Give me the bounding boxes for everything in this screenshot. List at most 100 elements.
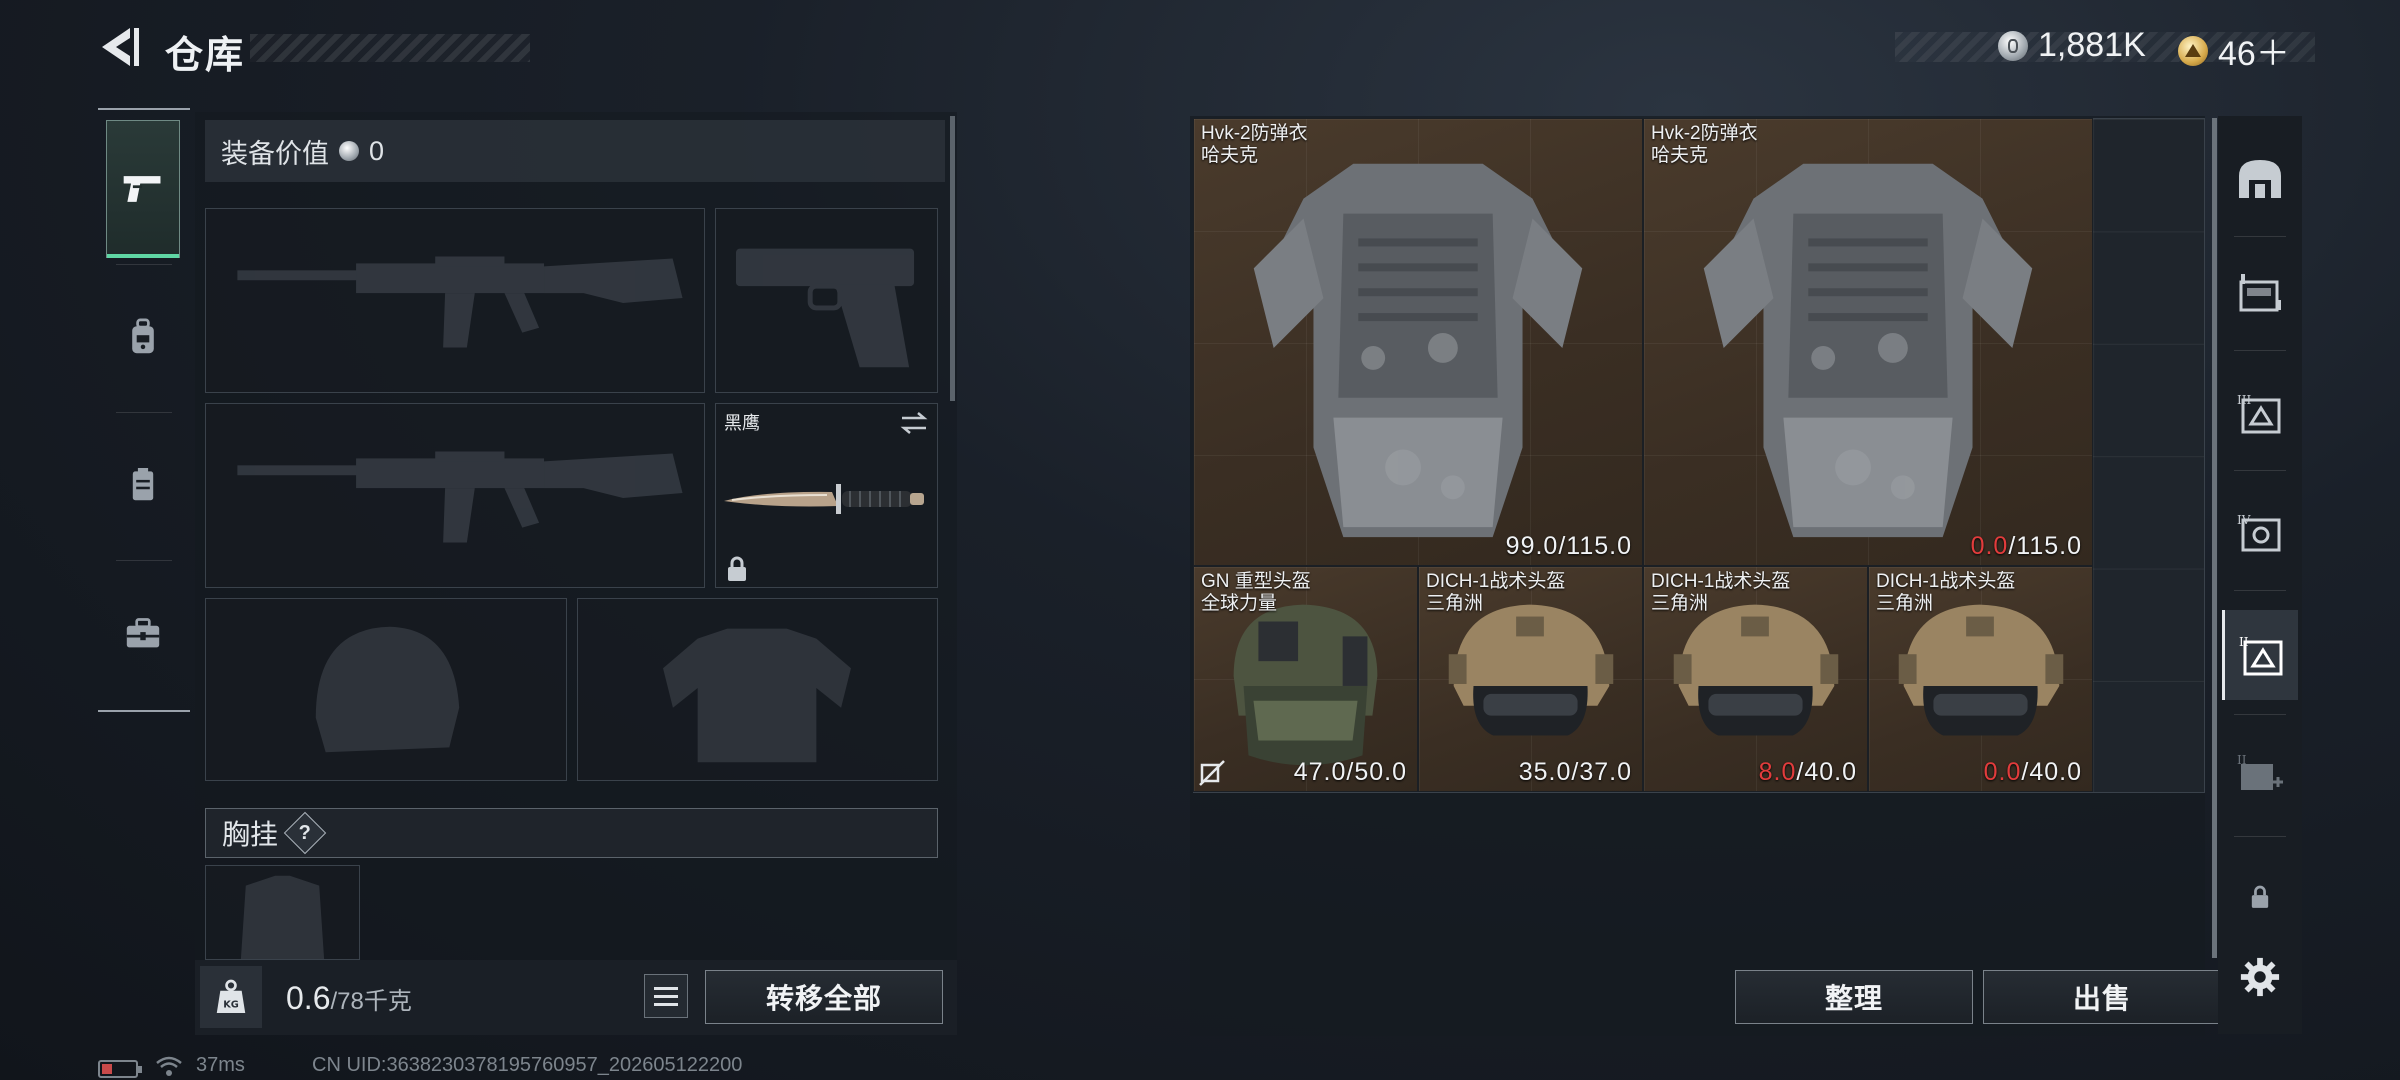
chest-rig-label: 胸挂 (222, 819, 279, 850)
rail-tab-chest-rig[interactable] (106, 416, 180, 554)
durability-current: 0.0 (1970, 532, 2009, 560)
title-decoration (250, 34, 530, 62)
side-separator (2234, 590, 2286, 591)
primary-weapon-slot[interactable] (205, 208, 705, 393)
item-name: Hvk-2防弹衣 (1651, 123, 1758, 144)
item-durability: 0.0/115.0 (1971, 532, 2082, 561)
swap-arrows-icon[interactable] (898, 410, 930, 436)
item-name: GN 重型头盔 (1201, 571, 1311, 592)
durability-current: 99.0 (1505, 532, 1559, 560)
weight-readout: 0.6/78千克 (286, 980, 412, 1017)
item-brand: 全球力量 (1201, 593, 1278, 614)
storage-3-icon: III (2237, 393, 2281, 434)
safe-box-icon (2239, 160, 2281, 198)
rail-tab-tools[interactable] (106, 564, 180, 702)
item-label: DICH-1战术头盔 三角洲 (1426, 571, 1565, 615)
back-button[interactable] (96, 24, 142, 70)
pistol-icon (123, 176, 161, 202)
toolbox-icon (126, 618, 160, 648)
tab-storage-1[interactable] (2222, 248, 2298, 338)
storage-item-helmet[interactable]: DICH-1战术头盔 三角洲 35.0/37.0 (1418, 566, 1643, 792)
sidearm-slot[interactable] (715, 208, 938, 393)
help-symbol: ? (298, 821, 312, 844)
tab-storage-add[interactable]: II (2222, 730, 2298, 820)
body-armor-icon (1703, 163, 2033, 538)
help-button[interactable]: ? (283, 811, 327, 855)
tab-storage-2[interactable]: II (2222, 610, 2298, 700)
durability-current: 0.0 (1983, 758, 2022, 786)
storage-1-icon (2239, 274, 2281, 312)
helmet-slot[interactable] (205, 598, 567, 781)
durability-max: /40.0 (1796, 758, 1857, 786)
silver-currency: 1,881K (1998, 26, 2146, 65)
chest-rig-section: 胸挂 ? (205, 808, 938, 858)
gold-currency[interactable]: 46＋ (2178, 26, 2290, 75)
durability-max: /37.0 (1571, 758, 1632, 786)
item-durability: 0.0/40.0 (1984, 758, 2082, 787)
body-armor-slot[interactable] (577, 598, 938, 781)
storage-item-helmet[interactable]: DICH-1战术头盔 三角洲 0.0/40.0 (1868, 566, 2093, 792)
helmet-silhouette-icon (315, 626, 460, 753)
tab-storage-3[interactable]: III (2222, 368, 2298, 458)
durability-current: 35.0 (1518, 758, 1572, 786)
side-separator (2234, 836, 2286, 837)
side-separator (2234, 236, 2286, 237)
body-armor-icon (1253, 163, 1583, 538)
player-uid: CN UID:3638230378195760957_202605122200 (312, 1054, 743, 1076)
svg-text:II: II (2239, 635, 2249, 649)
transfer-all-button[interactable]: 转移全部 (705, 970, 943, 1024)
storage-item-helmet[interactable]: GN 重型头盔 全球力量 47.0/50.0 (1193, 566, 1418, 792)
silver-coin-icon (339, 141, 359, 161)
durability-max: /115.0 (2008, 532, 2082, 560)
equipment-value-label: 装备价值 (221, 138, 329, 169)
weight-indicator: KG (200, 966, 262, 1028)
rail-tab-armor[interactable] (106, 268, 180, 406)
storage-item-armor[interactable]: Hvk-2防弹衣 哈夫克 99.0/115.0 (1193, 118, 1643, 566)
item-durability: 47.0/50.0 (1294, 758, 1407, 787)
melee-name: 黑鹰 (724, 413, 760, 433)
storage-item-armor[interactable]: Hvk-2防弹衣 哈夫克 0.0/115.0 (1643, 118, 2093, 566)
tab-locked[interactable] (2222, 852, 2298, 942)
gold-coin-icon (2178, 35, 2208, 66)
item-label: GN 重型头盔 全球力量 (1201, 571, 1311, 615)
durability-max: /50.0 (1346, 758, 1407, 786)
backpack-icon (132, 318, 154, 354)
rifle-silhouette-icon (237, 256, 683, 348)
storage-item-helmet[interactable]: DICH-1战术头盔 三角洲 8.0/40.0 (1643, 566, 1868, 792)
svg-text:IV: IV (2237, 513, 2251, 527)
chest-rig-slot[interactable] (205, 865, 360, 960)
ping-readout: 37ms (196, 1054, 245, 1076)
storage-scrollbar[interactable] (2212, 118, 2217, 958)
rail-tab-weapons[interactable] (106, 120, 180, 258)
item-brand: 三角洲 (1651, 593, 1709, 614)
item-name: Hvk-2防弹衣 (1201, 123, 1308, 144)
side-separator (2234, 350, 2286, 351)
sell-button[interactable]: 出售 (1983, 970, 2221, 1024)
melee-slot[interactable]: 黑鹰 (715, 403, 938, 588)
tab-storage-4[interactable]: IV (2222, 488, 2298, 578)
list-icon (654, 986, 678, 990)
loadout-scrollbar[interactable] (950, 116, 955, 401)
storage-add-icon: II (2237, 753, 2283, 790)
svg-text:III: III (2237, 393, 2251, 407)
tab-safe-box[interactable] (2222, 134, 2298, 224)
sort-button[interactable]: 整理 (1735, 970, 1973, 1024)
side-separator (2234, 470, 2286, 471)
chest-rig-silhouette-icon (240, 875, 325, 959)
settings-button[interactable] (2222, 932, 2298, 1022)
svg-text:II: II (2237, 753, 2247, 767)
knife-icon (724, 484, 924, 514)
weight-current: 0.6 (286, 980, 331, 1016)
rail-divider-bottom (98, 710, 190, 712)
list-view-button[interactable] (644, 974, 688, 1018)
secondary-weapon-slot[interactable] (205, 403, 705, 588)
item-name: DICH-1战术头盔 (1876, 571, 2016, 592)
settings-gear-icon (2240, 957, 2280, 997)
durability-max: /115.0 (1558, 532, 1632, 560)
item-durability: 8.0/40.0 (1759, 758, 1857, 787)
durability-current: 8.0 (1758, 758, 1797, 786)
pistol-silhouette-icon (735, 248, 915, 368)
item-name: DICH-1战术头盔 (1651, 571, 1791, 592)
rail-separator (116, 412, 172, 413)
item-brand: 三角洲 (1876, 593, 1934, 614)
